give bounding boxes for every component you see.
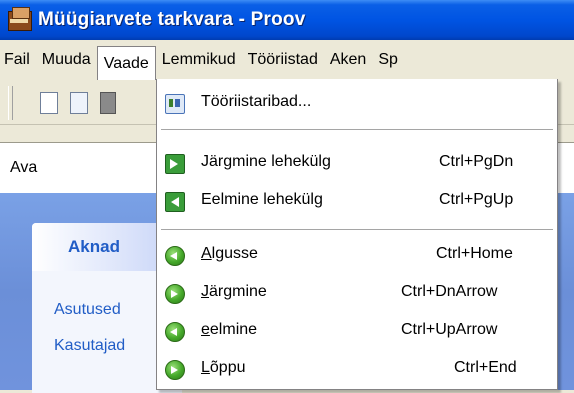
first-record-icon	[165, 246, 185, 266]
menu-item-next[interactable]: Järgmine Ctrl+DnArrow	[157, 275, 557, 311]
next-record-icon	[165, 284, 185, 304]
menu-item-label: Tööriistaribad...	[201, 93, 312, 110]
menu-tooriistad[interactable]: Tööriistad	[242, 44, 324, 76]
title-bar[interactable]: Müügiarvete tarkvara - Proov	[0, 0, 574, 40]
menu-item-next-page[interactable]: Järgmine lehekülg Ctrl+PgDn	[157, 145, 557, 181]
menu-fail[interactable]: Fail	[0, 44, 36, 76]
menu-aken[interactable]: Aken	[324, 44, 372, 76]
menu-bar: Fail Muuda Vaade Lemmikud Tööriistad Ake…	[0, 40, 574, 81]
menu-vaade[interactable]: Vaade	[96, 46, 156, 80]
menu-item-label: eelmine	[201, 321, 258, 338]
toolbar-grip[interactable]	[8, 86, 13, 120]
menu-item-shortcut: Ctrl+UpArrow	[401, 321, 498, 338]
menu-lemmikud[interactable]: Lemmikud	[156, 44, 242, 76]
menu-item-toolbars[interactable]: Tööriistaribad...	[157, 85, 557, 121]
menu-item-shortcut: Ctrl+End	[454, 359, 517, 376]
toolbars-icon	[165, 94, 185, 114]
menu-item-label: Järgmine	[201, 283, 267, 300]
menu-muuda[interactable]: Muuda	[36, 44, 97, 76]
menu-item-label: Lõppu	[201, 359, 246, 376]
panel-link-kasutajad[interactable]: Kasutajad	[54, 337, 125, 355]
last-record-icon	[165, 360, 185, 380]
menu-item-label: Eelmine lehekülg	[201, 191, 323, 208]
menu-item-shortcut: Ctrl+Home	[436, 245, 513, 262]
menu-item-label: Algusse	[201, 245, 258, 262]
menu-item-shortcut: Ctrl+PgUp	[439, 191, 514, 208]
menu-separator	[161, 129, 553, 130]
menu-sp[interactable]: Sp	[372, 44, 404, 76]
next-page-icon	[165, 154, 185, 174]
menu-item-shortcut: Ctrl+DnArrow	[401, 283, 498, 300]
open-document-icon[interactable]	[100, 92, 116, 114]
panel-title: Aknad	[68, 237, 120, 256]
menu-item-shortcut: Ctrl+PgDn	[439, 153, 514, 170]
menu-item-previous[interactable]: eelmine Ctrl+UpArrow	[157, 313, 557, 349]
menu-item-label: Järgmine lehekülg	[201, 153, 331, 170]
menu-separator	[161, 229, 553, 230]
menu-item-first[interactable]: Algusse Ctrl+Home	[157, 237, 557, 273]
menu-item-previous-page[interactable]: Eelmine lehekülg Ctrl+PgUp	[157, 183, 557, 219]
address-label: Ava	[10, 159, 38, 176]
copy-document-icon[interactable]	[70, 92, 88, 114]
previous-record-icon	[165, 322, 185, 342]
app-icon	[6, 7, 34, 33]
panel-link-asutused[interactable]: Asutused	[54, 301, 121, 319]
new-document-icon[interactable]	[40, 92, 58, 114]
window-title: Müügiarvete tarkvara - Proov	[38, 9, 306, 30]
previous-page-icon	[165, 192, 185, 212]
menu-item-last[interactable]: Lõppu Ctrl+End	[157, 351, 557, 387]
view-dropdown-menu: Tööriistaribad... Järgmine lehekülg Ctrl…	[156, 79, 558, 390]
